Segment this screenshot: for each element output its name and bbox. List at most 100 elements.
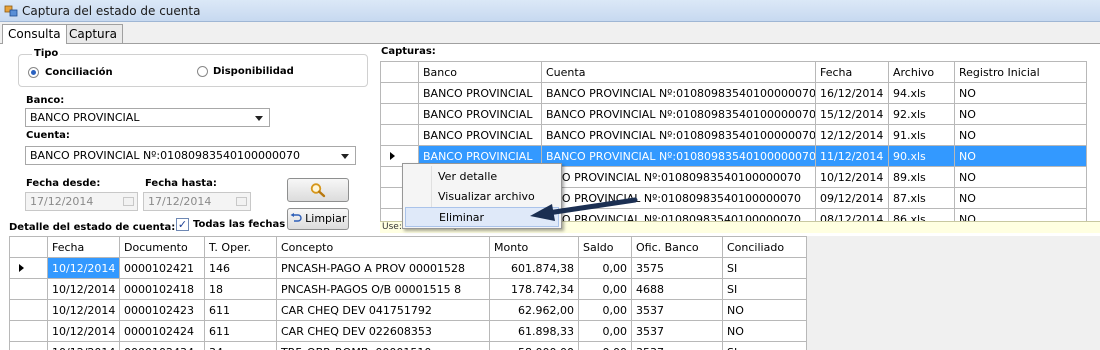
todas-checkbox[interactable]: ✓ [176,218,189,231]
cell-toper[interactable]: 34 [204,341,277,350]
cell-oficina[interactable]: 4688 [631,278,723,300]
cell-conciliado[interactable]: SI [722,341,807,350]
col-header[interactable]: Fecha [47,236,120,258]
table-row[interactable]: 10/12/2014 0000102434 34 TRF. OBP. ROMB.… [9,341,807,350]
cell-fecha[interactable]: 09/12/2014 [815,187,889,209]
row-header[interactable] [9,299,48,321]
cell-documento[interactable]: 0000102418 [119,278,205,300]
row-header[interactable] [380,124,419,146]
table-row[interactable]: BANCO PROVINCIAL BANCO PROVINCIAL Nº:010… [380,103,1087,125]
cell-oficina[interactable]: 3575 [631,257,723,279]
cell-saldo[interactable]: 0,00 [578,299,632,321]
cell-conciliado[interactable]: NO [722,320,807,342]
table-row[interactable]: 10/12/2014 0000102424 611 CAR CHEQ DEV 0… [9,320,807,342]
cell-saldo[interactable]: 0,00 [578,257,632,279]
cell-cuenta[interactable]: BANCO PROVINCIAL Nº:01080983540100000070 [541,82,816,104]
cell-registro[interactable]: NO [954,208,1087,221]
cell-toper[interactable]: 611 [204,320,277,342]
cell-fecha[interactable]: 11/12/2014 [815,145,889,167]
cell-fecha[interactable]: 08/12/2014 [815,208,889,221]
cell-fecha[interactable]: 10/12/2014 [47,278,120,300]
cell-archivo[interactable]: 92.xls [888,103,955,125]
cell-archivo[interactable]: 89.xls [888,166,955,188]
row-header[interactable] [380,103,419,125]
menu-item-ver-detalle[interactable]: Ver detalle [405,167,559,187]
cell-oficina[interactable]: 3537 [631,299,723,321]
cell-banco[interactable]: BANCO PROVINCIAL [418,103,542,125]
cell-registro[interactable]: NO [954,145,1087,167]
table-row[interactable]: 10/12/2014 0000102418 18 PNCASH-PAGOS O/… [9,278,807,300]
cell-banco[interactable]: BANCO PROVINCIAL [418,124,542,146]
cell-cuenta[interactable]: BANCO PROVINCIAL Nº:01080983540100000070 [541,124,816,146]
cell-fecha[interactable]: 12/12/2014 [815,124,889,146]
col-header[interactable]: Banco [418,61,542,83]
col-header[interactable]: Documento [119,236,205,258]
cell-cuenta[interactable]: BANCO PROVINCIAL Nº:01080983540100000070 [541,145,816,167]
cell-fecha[interactable]: 10/12/2014 [815,166,889,188]
cell-registro[interactable]: NO [954,166,1087,188]
cell-fecha[interactable]: 10/12/2014 [47,257,120,279]
fecha-desde-input[interactable]: 17/12/2014 [25,192,138,211]
cell-oficina[interactable]: 3537 [631,341,723,350]
cell-conciliado[interactable]: SI [722,257,807,279]
col-header[interactable]: Monto [489,236,579,258]
limpiar-button[interactable]: Limpiar [287,208,349,230]
cell-monto[interactable]: 62.962,00 [489,299,579,321]
cell-banco[interactable]: BANCO PROVINCIAL [418,82,542,104]
cell-documento[interactable]: 0000102423 [119,299,205,321]
cell-registro[interactable]: NO [954,82,1087,104]
cell-fecha[interactable]: 16/12/2014 [815,82,889,104]
col-header[interactable]: Ofic. Banco [631,236,723,258]
table-row[interactable]: BANCO PROVINCIAL BANCO PROVINCIAL Nº:010… [380,124,1087,146]
cell-toper[interactable]: 146 [204,257,277,279]
col-header[interactable]: Archivo [888,61,955,83]
row-header[interactable] [9,320,48,342]
table-row[interactable]: BANCO PROVINCIAL BANCO PROVINCIAL Nº:010… [380,82,1087,104]
cell-toper[interactable]: 611 [204,299,277,321]
cell-monto[interactable]: 61.898,33 [489,320,579,342]
cuenta-select[interactable]: BANCO PROVINCIAL Nº:01080983540100000070 [25,146,356,165]
cell-conciliado[interactable]: SI [722,278,807,300]
col-header[interactable]: Conciliado [722,236,807,258]
row-header[interactable] [9,341,48,350]
cell-concepto[interactable]: PNCASH-PAGOS O/B 00001515 8 [276,278,490,300]
calendar-dropdown-icon[interactable] [236,197,247,206]
cell-concepto[interactable]: CAR CHEQ DEV 041751792 [276,299,490,321]
cell-documento[interactable]: 0000102424 [119,320,205,342]
cell-fecha[interactable]: 15/12/2014 [815,103,889,125]
cell-oficina[interactable]: 3537 [631,320,723,342]
radio-disponibilidad[interactable] [197,66,208,77]
col-header[interactable]: Fecha [815,61,889,83]
cell-fecha[interactable]: 10/12/2014 [47,341,120,350]
table-row[interactable]: 10/12/2014 0000102421 146 PNCASH-PAGO A … [9,257,807,279]
cell-monto[interactable]: 178.742,34 [489,278,579,300]
cell-documento[interactable]: 0000102434 [119,341,205,350]
cell-fecha[interactable]: 10/12/2014 [47,299,120,321]
col-header[interactable]: Concepto [276,236,490,258]
cell-monto[interactable]: 601.874,38 [489,257,579,279]
cell-fecha[interactable]: 10/12/2014 [47,320,120,342]
cell-conciliado[interactable]: NO [722,299,807,321]
cell-archivo[interactable]: 91.xls [888,124,955,146]
search-button[interactable] [287,178,349,202]
cell-archivo[interactable]: 90.xls [888,145,955,167]
table-row[interactable]: 10/12/2014 0000102423 611 CAR CHEQ DEV 0… [9,299,807,321]
cell-cuenta[interactable]: NCO PROVINCIAL Nº:01080983540100000070 [541,166,816,188]
detalle-grid[interactable]: Fecha Documento T. Oper. Concepto Monto … [9,236,1100,350]
cell-archivo[interactable]: 86.xls [888,208,955,221]
cell-cuenta[interactable]: BANCO PROVINCIAL Nº:01080983540100000070 [541,103,816,125]
cell-monto[interactable]: 58.000,00 [489,341,579,350]
row-header[interactable] [9,278,48,300]
cell-archivo[interactable]: 94.xls [888,82,955,104]
cell-registro[interactable]: NO [954,124,1087,146]
cell-concepto[interactable]: CAR CHEQ DEV 022608353 [276,320,490,342]
cell-saldo[interactable]: 0,00 [578,278,632,300]
cell-documento[interactable]: 0000102421 [119,257,205,279]
cell-registro[interactable]: NO [954,187,1087,209]
cell-concepto[interactable]: TRF. OBP. ROMB. 00001510 [276,341,490,350]
cell-toper[interactable]: 18 [204,278,277,300]
col-header[interactable]: T. Oper. [204,236,277,258]
cell-saldo[interactable]: 0,00 [578,341,632,350]
row-header[interactable] [9,257,48,279]
radio-conciliacion[interactable] [28,67,39,78]
